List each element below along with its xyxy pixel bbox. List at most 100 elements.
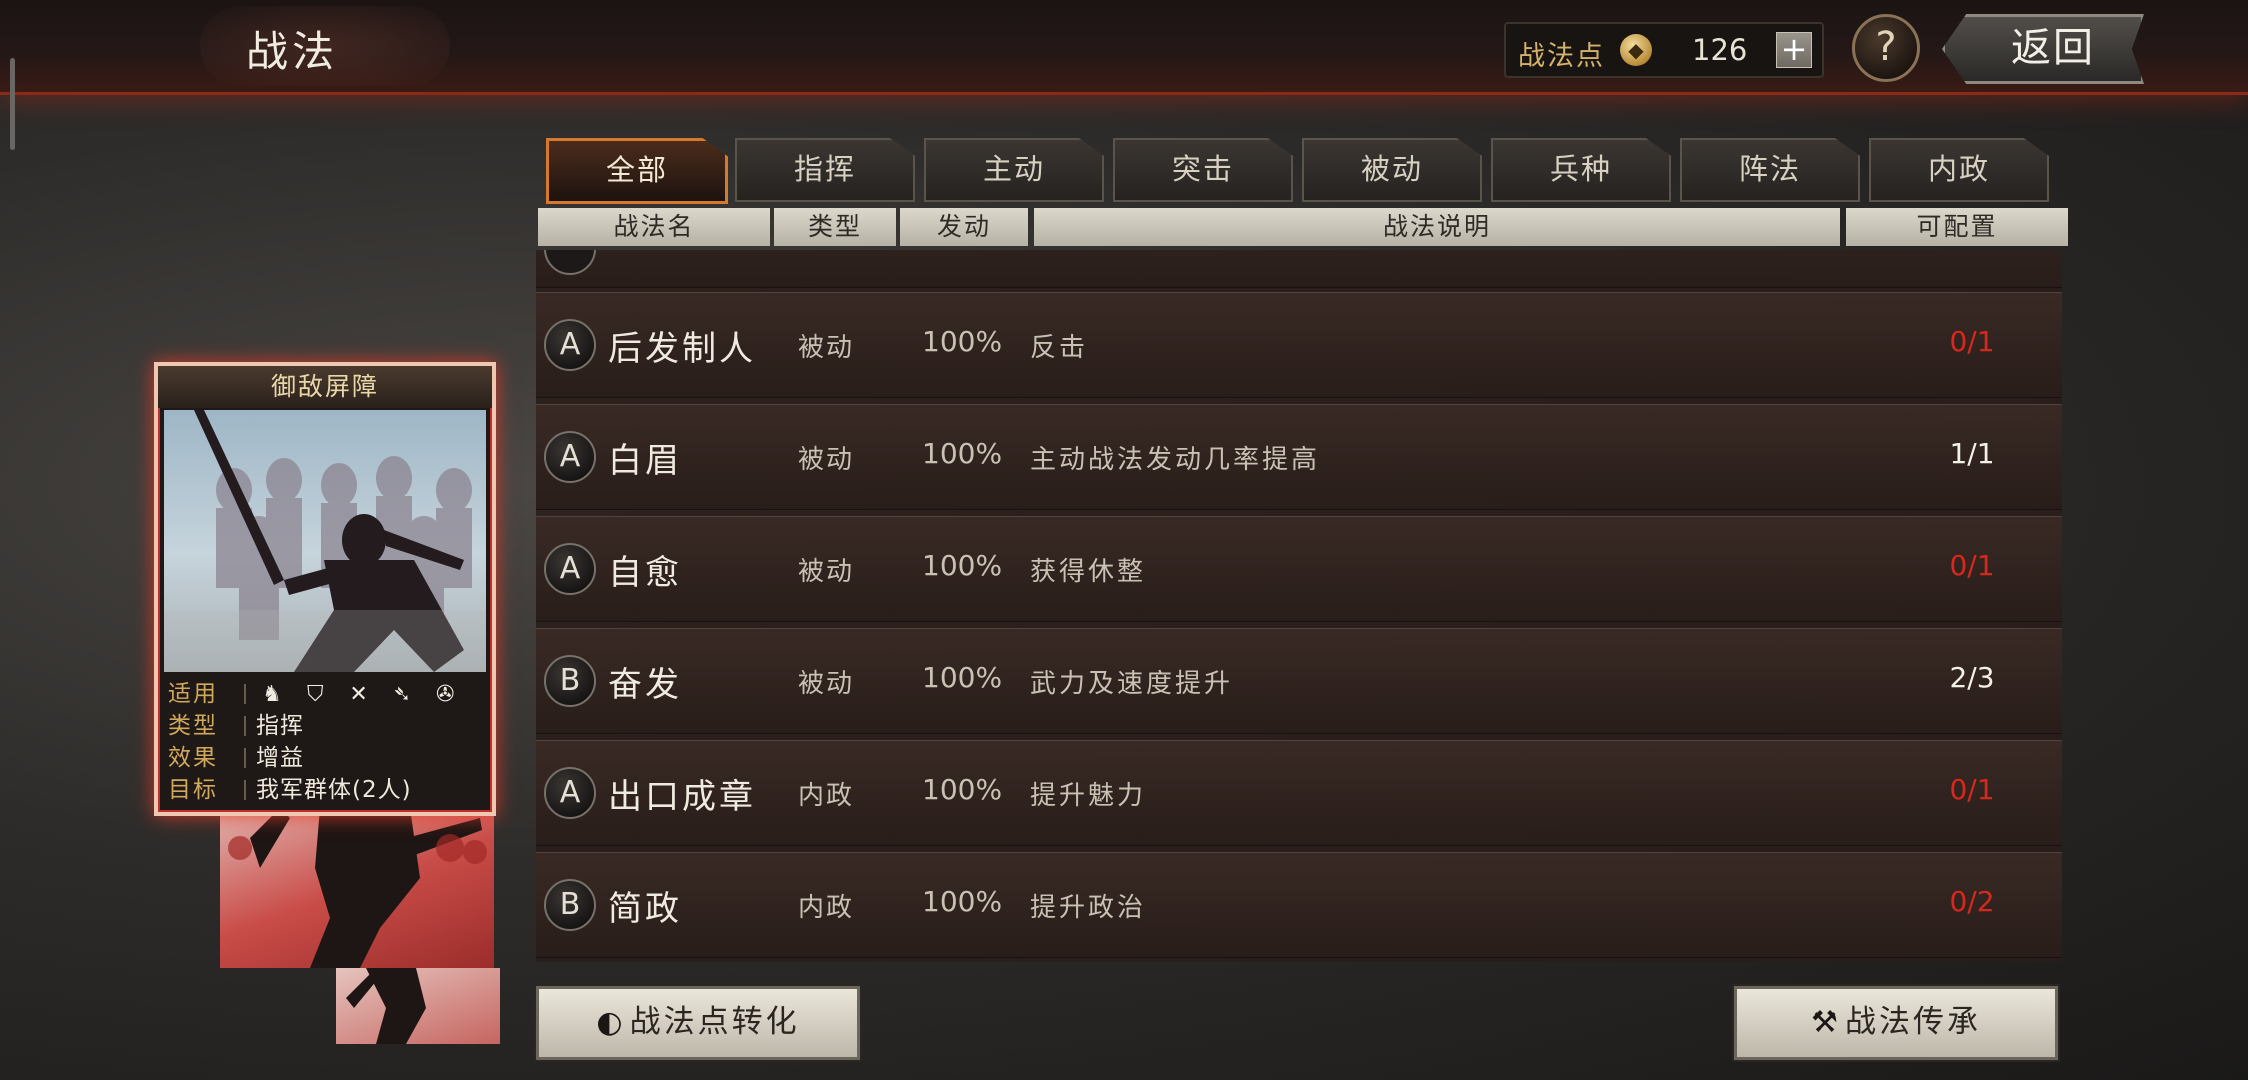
tactic-description: 反击 <box>1030 333 1089 363</box>
grade-badge: A <box>544 767 596 819</box>
tactic-card-tertiary[interactable] <box>336 968 500 1044</box>
grade-badge: B <box>544 879 596 931</box>
tab-formation[interactable]: 阵法 <box>1680 138 1860 202</box>
target-label: 目标 <box>168 777 218 803</box>
tactic-points-value: 126 <box>1692 33 1748 67</box>
column-header-config[interactable]: 可配置 <box>1846 208 2068 246</box>
table-row[interactable]: A 白眉 被动 100% 主动战法发动几率提高 1/1 <box>536 404 2062 510</box>
warrior-silhouette-art <box>164 410 486 672</box>
tactic-name: 后发制人 <box>608 329 756 369</box>
tactic-config-count: 0/1 <box>1949 325 1995 358</box>
spear-icon: ➴ <box>392 682 412 707</box>
inherit-tactic-label: 战法传承 <box>1844 1004 1981 1040</box>
tab-internal[interactable]: 内政 <box>1869 138 2049 202</box>
table-row[interactable]: B 简政 内政 100% 提升政治 0/2 <box>536 852 2062 958</box>
column-header-type[interactable]: 类型 <box>774 208 896 246</box>
divider <box>244 748 246 768</box>
card-target-row: 目标 我军群体(2人) <box>164 774 486 806</box>
tactic-rate: 100% <box>922 325 1003 358</box>
tactic-description: 提升魅力 <box>1030 781 1147 811</box>
applies-label: 适用 <box>168 681 218 707</box>
convert-points-button[interactable]: ◐ 战法点转化 <box>536 986 860 1060</box>
cavalry-icon: ♞ <box>262 682 282 707</box>
column-header-description: 战法说明 <box>1034 208 1840 246</box>
tactic-name: 简政 <box>608 889 682 929</box>
grade-badge: A <box>544 319 596 371</box>
tactic-name: 自愈 <box>608 553 682 593</box>
table-row-partial[interactable] <box>536 250 2062 288</box>
back-button[interactable]: 返回 <box>1942 14 2144 84</box>
column-header-name[interactable]: 战法名 <box>538 208 770 246</box>
tactic-points-label: 战法点 <box>1518 41 1605 72</box>
card-info: 适用 ♞ ⛉ ✕ ➴ ✇ 类型 指挥 效果 增益 目标 我军群体(2人) <box>164 678 486 806</box>
tactic-type: 被动 <box>798 445 855 475</box>
divider <box>244 716 246 736</box>
card-art-silhouette <box>228 808 487 968</box>
tactic-type: 被动 <box>798 669 855 699</box>
wheel-icon: ✇ <box>436 682 455 707</box>
tactic-description: 获得休整 <box>1030 557 1147 587</box>
help-button[interactable]: ? <box>1852 14 1920 82</box>
grade-badge <box>544 250 596 275</box>
tactic-card-secondary[interactable] <box>220 808 494 968</box>
back-button-label: 返回 <box>2011 25 2095 71</box>
table-row[interactable]: B 奋发 被动 100% 武力及速度提升 2/3 <box>536 628 2062 734</box>
tactic-type: 被动 <box>798 557 855 587</box>
tactic-config-count: 0/1 <box>1949 549 1995 582</box>
tactic-name: 出口成章 <box>608 777 756 817</box>
table-row[interactable]: A 出口成章 内政 100% 提升魅力 0/1 <box>536 740 2062 846</box>
top-bar: 战法 战法点 ◆ 126 + ? 返回 <box>0 0 2248 95</box>
card-art-silhouette <box>346 968 426 1044</box>
tab-command[interactable]: 指挥 <box>735 138 915 202</box>
tactic-config-count: 2/3 <box>1949 661 1995 694</box>
tactic-description: 主动战法发动几率提高 <box>1030 445 1321 475</box>
tactic-rate: 100% <box>922 549 1003 582</box>
grade-badge: A <box>544 431 596 483</box>
table-row[interactable]: A 自愈 被动 100% 获得休整 0/1 <box>536 516 2062 622</box>
tactic-config-count: 0/2 <box>1949 885 1995 918</box>
drawer-handle[interactable] <box>10 58 15 150</box>
tactic-detail-card[interactable]: 御敌屏障 适用 ♞ ⛉ ✕ ➴ ✇ 类型 指挥 效果 增益 目标 我军群体(2人… <box>154 362 496 816</box>
convert-points-label: 战法点转化 <box>629 1004 800 1040</box>
tab-troop[interactable]: 兵种 <box>1491 138 1671 202</box>
card-effect-row: 效果 增益 <box>164 742 486 774</box>
tactic-name: 白眉 <box>608 441 682 481</box>
divider <box>244 684 246 704</box>
tactic-description: 提升政治 <box>1030 893 1147 923</box>
tab-passive[interactable]: 被动 <box>1302 138 1482 202</box>
page-title: 战法 <box>246 27 339 76</box>
effect-label: 效果 <box>168 745 218 771</box>
tactic-rate: 100% <box>922 437 1003 470</box>
type-label: 类型 <box>168 713 218 739</box>
table-row[interactable]: A 后发制人 被动 100% 反击 0/1 <box>536 292 2062 398</box>
tactic-type: 内政 <box>798 893 855 923</box>
tactic-rate: 100% <box>922 661 1003 694</box>
grade-badge: A <box>544 543 596 595</box>
tactic-type: 被动 <box>798 333 855 363</box>
type-value: 指挥 <box>256 713 304 739</box>
tactic-points-panel: 战法点 ◆ 126 + <box>1504 22 1824 78</box>
inherit-tactic-button[interactable]: ⚒ 战法传承 <box>1734 986 2058 1060</box>
divider <box>244 780 246 800</box>
tab-all[interactable]: 全部 <box>546 138 728 204</box>
tactic-point-coin-icon: ◆ <box>1620 34 1652 66</box>
tab-active[interactable]: 主动 <box>924 138 1104 202</box>
tactic-type: 内政 <box>798 781 855 811</box>
point-drop-icon: ◐ <box>596 1005 626 1040</box>
grade-badge: B <box>544 655 596 707</box>
troop-type-icons: ♞ ⛉ ✕ ➴ ✇ <box>256 678 465 711</box>
tactic-config-count: 0/1 <box>1949 773 1995 806</box>
card-type-row: 类型 指挥 <box>164 710 486 742</box>
tactic-description: 武力及速度提升 <box>1030 669 1234 699</box>
column-header-rate[interactable]: 发动 <box>900 208 1028 246</box>
add-points-button[interactable]: + <box>1776 32 1812 68</box>
bow-icon: ✕ <box>349 682 368 707</box>
card-title: 御敌屏障 <box>158 366 492 408</box>
hammer-icon: ⚒ <box>1811 1005 1841 1040</box>
tactic-list[interactable]: A 后发制人 被动 100% 反击 0/1 A 白眉 被动 100% 主动战法发… <box>536 250 2062 962</box>
shield-icon: ⛉ <box>307 682 324 707</box>
tactic-rate: 100% <box>922 885 1003 918</box>
tab-assault[interactable]: 突击 <box>1113 138 1293 202</box>
effect-value: 增益 <box>256 745 304 771</box>
tactic-rate: 100% <box>922 773 1003 806</box>
